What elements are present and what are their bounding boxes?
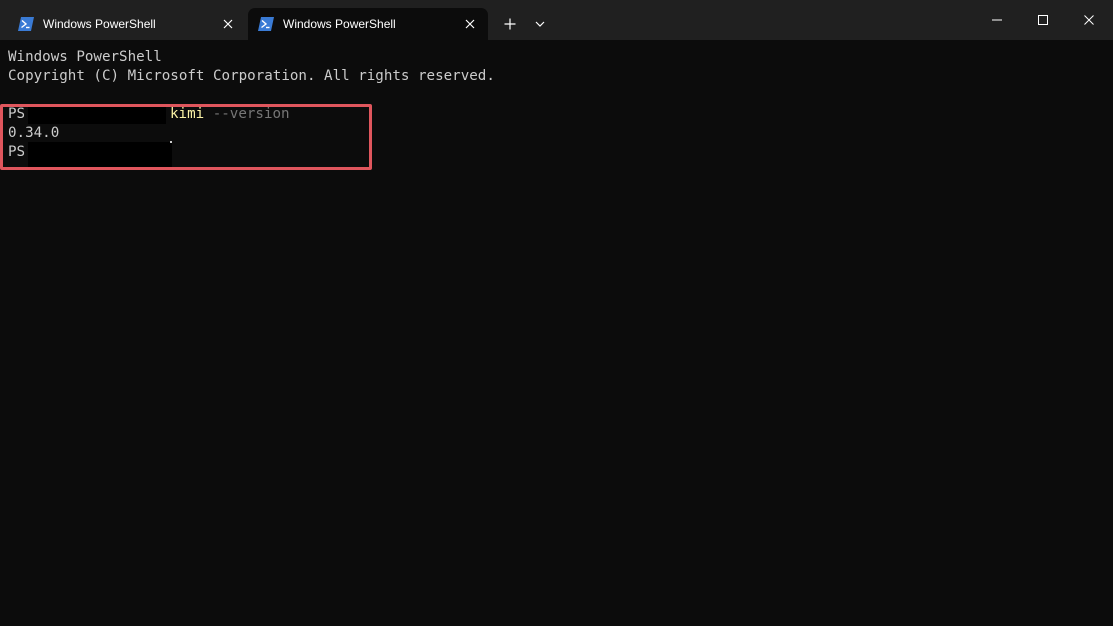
command-argument: --version — [212, 106, 290, 122]
cursor — [170, 141, 172, 143]
minimize-button[interactable] — [974, 4, 1020, 36]
minimize-icon — [992, 19, 1002, 21]
close-icon[interactable] — [462, 16, 478, 32]
command-line: kimi --version — [170, 105, 290, 124]
banner-copyright: Copyright (C) Microsoft Corporation. All… — [8, 68, 495, 84]
maximize-button[interactable] — [1020, 4, 1066, 36]
chevron-down-icon — [535, 21, 545, 27]
prompt-prefix: PS — [8, 144, 26, 160]
close-icon — [1084, 15, 1094, 25]
redacted-path — [28, 104, 166, 124]
maximize-icon — [1038, 15, 1048, 25]
tab-title: Windows PowerShell — [43, 17, 156, 31]
tab-powershell-1[interactable]: Windows PowerShell — [8, 8, 246, 40]
powershell-icon — [258, 17, 274, 31]
command-name: kimi — [170, 106, 205, 122]
tab-bar: Windows PowerShell Windows PowerShell — [0, 0, 1113, 40]
terminal-output[interactable]: Windows PowerShell Copyright (C) Microso… — [0, 40, 1113, 626]
command-output: 0.34.0 — [8, 125, 60, 141]
redacted-path — [28, 142, 172, 170]
terminal-window: Windows PowerShell Windows PowerShell Wi… — [0, 0, 1113, 626]
plus-icon — [504, 18, 516, 30]
banner-title: Windows PowerShell — [8, 49, 162, 65]
close-window-button[interactable] — [1066, 4, 1112, 36]
tab-powershell-2[interactable]: Windows PowerShell — [248, 8, 488, 40]
tab-title: Windows PowerShell — [283, 17, 396, 31]
tab-dropdown-button[interactable] — [528, 12, 552, 36]
powershell-icon — [18, 17, 34, 31]
new-tab-button[interactable] — [498, 12, 522, 36]
prompt-prefix: PS — [8, 106, 26, 122]
close-icon[interactable] — [220, 16, 236, 32]
